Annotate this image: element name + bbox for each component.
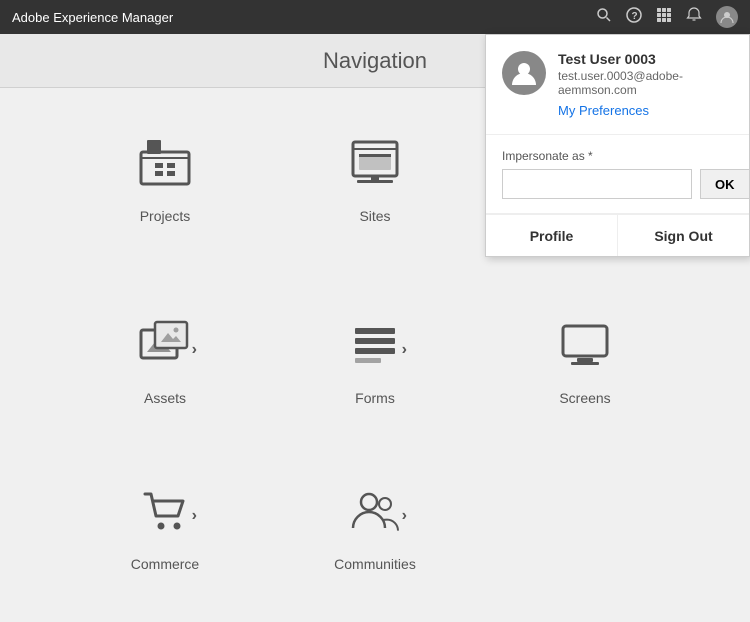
popup-impersonate-section: Impersonate as * OK: [486, 135, 749, 214]
nav-item-screens[interactable]: Screens: [495, 290, 675, 436]
impersonate-input[interactable]: [502, 169, 692, 199]
app-title: Adobe Experience Manager: [12, 10, 173, 25]
apps-icon[interactable]: [656, 7, 672, 28]
projects-label: Projects: [140, 208, 191, 224]
assets-label: Assets: [144, 390, 186, 406]
communities-icon: ›: [349, 486, 401, 546]
commerce-label: Commerce: [131, 556, 199, 572]
profile-popup: Test User 0003 test.user.0003@adobe-aemm…: [485, 34, 750, 257]
nav-item-forms[interactable]: › Forms: [285, 290, 465, 436]
topbar-icons: ?: [596, 6, 738, 28]
nav-item-assets[interactable]: › Assets: [75, 290, 255, 436]
screens-icon: [559, 320, 611, 380]
signout-button[interactable]: Sign Out: [618, 214, 749, 256]
screens-label: Screens: [559, 390, 610, 406]
popup-actions: Profile Sign Out: [486, 214, 749, 256]
svg-text:?: ?: [632, 11, 638, 22]
profile-button[interactable]: Profile: [486, 214, 618, 256]
popup-user-info: Test User 0003 test.user.0003@adobe-aemm…: [558, 51, 733, 118]
nav-item-communities[interactable]: › Communities: [285, 456, 465, 602]
communities-label: Communities: [334, 556, 416, 572]
popup-email: test.user.0003@adobe-aemmson.com: [558, 69, 733, 97]
navigation-title: Navigation: [323, 48, 427, 74]
avatar[interactable]: [716, 6, 738, 28]
nav-item-sites[interactable]: Sites: [285, 108, 465, 270]
forms-label: Forms: [355, 390, 395, 406]
popup-avatar: [502, 51, 546, 95]
nav-item-commerce[interactable]: › Commerce: [75, 456, 255, 602]
topbar: Adobe Experience Manager ?: [0, 0, 750, 34]
sites-label: Sites: [359, 208, 390, 224]
popup-username: Test User 0003: [558, 51, 733, 67]
impersonate-ok-button[interactable]: OK: [700, 169, 750, 199]
sites-icon: [349, 138, 401, 198]
impersonate-label: Impersonate as *: [502, 149, 733, 163]
forms-icon: ›: [349, 320, 401, 380]
commerce-icon: ›: [139, 486, 191, 546]
nav-item-projects[interactable]: Projects: [75, 108, 255, 270]
my-preferences-link[interactable]: My Preferences: [558, 103, 733, 118]
notifications-icon[interactable]: [686, 7, 702, 28]
assets-icon: ›: [139, 320, 191, 380]
search-icon[interactable]: [596, 7, 612, 28]
impersonate-row: OK: [502, 169, 733, 199]
projects-icon: [139, 138, 191, 198]
popup-user-section: Test User 0003 test.user.0003@adobe-aemm…: [486, 35, 749, 135]
help-icon[interactable]: ?: [626, 7, 642, 28]
